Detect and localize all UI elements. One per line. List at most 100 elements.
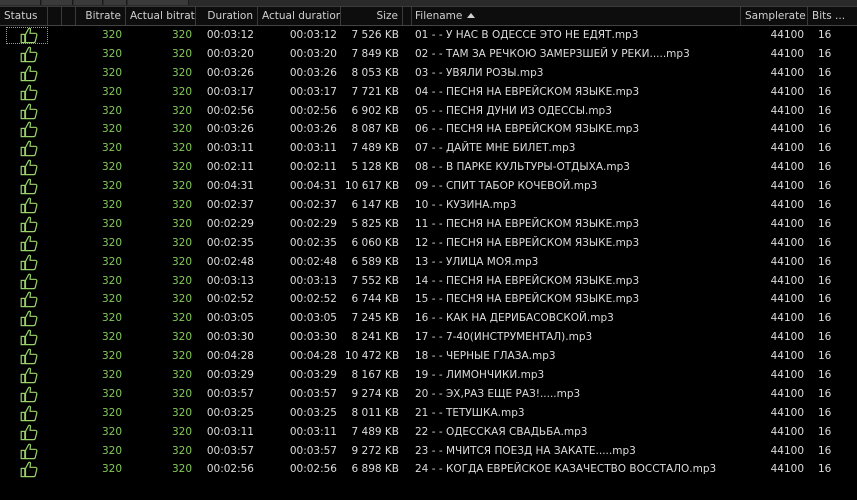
bits-cell: 16 (818, 255, 832, 268)
filename-cell: 03 - - УВЯЛИ РОЗЫ.mp3 (415, 66, 544, 79)
column-header-blank[interactable] (48, 7, 62, 25)
table-row[interactable]: 320 320 00:03:12 00:03:12 7 526 KB 01 - - У Н… (0, 26, 857, 45)
toolbar-button[interactable] (74, 0, 103, 5)
status-cell (4, 272, 48, 291)
filename-cell: 23 - - МЧИТСЯ ПОЕЗД НА ЗАКАТЕ.....mp3 (415, 444, 636, 457)
table-row[interactable]: 320 320 00:03:13 00:03:13 7 552 KB 14 - - ПЕС… (0, 272, 857, 291)
filename-cell: 07 - - ДАЙТЕ МНЕ БИЛЕТ.mp3 (415, 142, 576, 155)
filename-cell: 16 - - КАК НА ДЕРИБАСОВСКОЙ.mp3 (415, 312, 614, 325)
table-row[interactable]: 320 320 00:02:48 00:02:48 6 589 KB 13 - - УЛИ… (0, 253, 857, 272)
table-row[interactable]: 320 320 00:03:17 00:03:17 7 721 KB 04 - - ПЕС… (0, 83, 857, 102)
bitrate-cell: 320 (101, 217, 122, 230)
table-row[interactable]: 320 320 00:03:57 00:03:57 9 272 KB 23 - - МЧИ… (0, 442, 857, 461)
samplerate-cell: 44100 (770, 47, 804, 60)
table-row[interactable]: 320 320 00:02:37 00:02:37 6 147 KB 10 - - КУЗ… (0, 196, 857, 215)
bits-cell: 16 (818, 444, 832, 457)
table-row[interactable]: 320 320 00:03:29 00:03:29 8 167 KB 19 - - ЛИМ… (0, 366, 857, 385)
thumbs-up-icon (20, 273, 38, 290)
table-row[interactable]: 320 320 00:02:11 00:02:11 5 128 KB 08 - - В П… (0, 158, 857, 177)
toolbar-button[interactable] (104, 0, 127, 5)
status-cell (4, 347, 48, 366)
table-row[interactable]: 320 320 00:02:35 00:02:35 6 060 KB 12 - - ПЕС… (0, 234, 857, 253)
bitrate-cell: 320 (101, 425, 122, 438)
table-row[interactable]: 320 320 00:04:28 00:04:28 10 472 KB 18 - - ЧЕ… (0, 347, 857, 366)
thumbs-up-icon (20, 291, 38, 308)
table-row[interactable]: 320 320 00:03:26 00:03:26 8 087 KB 06 - - ПЕС… (0, 120, 857, 139)
bitrate-cell: 320 (101, 331, 122, 344)
bits-cell: 16 (818, 123, 832, 136)
bitrate-cell: 320 (101, 142, 122, 155)
thumbs-up-icon (20, 103, 38, 120)
column-header-bitrate[interactable]: Bitrate (76, 7, 126, 25)
samplerate-cell: 44100 (770, 312, 804, 325)
samplerate-cell: 44100 (770, 142, 804, 155)
status-cell (4, 158, 48, 177)
table-row[interactable]: 320 320 00:02:56 00:02:56 6 902 KB 05 - - ПЕС… (0, 102, 857, 121)
duration-cell: 00:02:52 (206, 293, 254, 306)
column-header-bits[interactable]: Bits ... (808, 7, 857, 25)
duration-cell: 00:03:20 (206, 47, 254, 60)
column-header-actual-bitrate[interactable]: Actual bitrate (126, 7, 196, 25)
filename-cell: 04 - - ПЕСНЯ НА ЕВРЕЙСКОМ ЯЗЫКЕ.mp3 (415, 85, 640, 98)
column-header-samplerate[interactable]: Samplerate (741, 7, 808, 25)
actual-duration-cell: 00:03:12 (289, 29, 337, 41)
table-row[interactable]: 320 320 00:03:20 00:03:20 7 849 KB 02 - - ТАМ… (0, 45, 857, 64)
table-row[interactable]: 320 320 00:03:11 00:03:11 7 489 KB 07 - - ДАЙ… (0, 139, 857, 158)
table-row[interactable]: 320 320 00:02:29 00:02:29 5 825 KB 11 - - ПЕС… (0, 215, 857, 234)
actual-duration-cell: 00:03:25 (289, 406, 337, 419)
toolbar-button[interactable] (0, 0, 41, 5)
column-header-duration[interactable]: Duration (196, 7, 258, 25)
samplerate-cell: 44100 (770, 425, 804, 438)
duration-cell: 00:03:29 (206, 369, 254, 382)
samplerate-cell: 44100 (770, 236, 804, 249)
bits-cell: 16 (818, 425, 832, 438)
thumbs-up-icon (20, 121, 38, 138)
status-cell (4, 328, 48, 347)
column-header-size[interactable]: Size (341, 7, 403, 25)
actual-duration-cell: 00:04:28 (289, 350, 337, 363)
samplerate-cell: 44100 (770, 331, 804, 344)
samplerate-cell: 44100 (770, 199, 804, 212)
duration-cell: 00:02:11 (206, 161, 254, 174)
table-row[interactable]: 320 320 00:02:56 00:02:56 6 898 KB 24 - - КОГ… (0, 460, 857, 479)
thumbs-up-icon (20, 254, 38, 271)
status-cell (4, 64, 48, 83)
status-cell (4, 120, 48, 139)
actual-bitrate-cell: 320 (171, 180, 192, 193)
table-row[interactable]: 320 320 00:03:11 00:03:11 7 489 KB 22 - - ОДЕ… (0, 423, 857, 442)
column-header-status[interactable]: Status (0, 7, 48, 25)
column-header-filename[interactable]: Filename (411, 7, 741, 25)
bitrate-cell: 320 (101, 47, 122, 60)
bitrate-cell: 320 (101, 369, 122, 382)
toolbar-button[interactable] (128, 0, 189, 5)
bitrate-cell: 320 (101, 85, 122, 98)
thumbs-up-icon (20, 310, 38, 327)
filename-cell: 13 - - УЛИЦА МОЯ.mp3 (415, 255, 539, 268)
table-row[interactable]: 320 320 00:03:25 00:03:25 8 011 KB 21 - - ТЕТ… (0, 404, 857, 423)
duration-cell: 00:02:37 (206, 199, 254, 212)
table-row[interactable]: 320 320 00:04:31 00:04:31 10 617 KB 09 - - СП… (0, 177, 857, 196)
size-cell: 10 617 KB (345, 180, 400, 193)
bits-cell: 16 (818, 350, 832, 363)
actual-duration-cell: 00:03:57 (289, 444, 337, 457)
column-header-blank[interactable] (62, 7, 76, 25)
filename-cell: 12 - - ПЕСНЯ НА ЕВРЕЙСКОМ ЯЗЫКЕ.mp3 (415, 236, 640, 249)
actual-duration-cell: 00:02:56 (289, 104, 337, 117)
status-cell (4, 366, 48, 385)
duration-cell: 00:03:25 (206, 406, 254, 419)
thumbs-up-icon (20, 216, 38, 233)
toolbar-button[interactable] (42, 0, 73, 5)
table-row[interactable]: 320 320 00:03:05 00:03:05 7 245 KB 16 - - КАК… (0, 309, 857, 328)
table-row[interactable]: 320 320 00:03:57 00:03:57 9 274 KB 20 - - ЭХ,… (0, 385, 857, 404)
thumbs-up-icon (20, 197, 38, 214)
samplerate-cell: 44100 (770, 444, 804, 457)
column-header-actual-duration[interactable]: Actual duration (258, 7, 341, 25)
actual-duration-cell: 00:02:37 (289, 199, 337, 212)
table-row[interactable]: 320 320 00:03:30 00:03:30 8 241 KB 17 - - 7-4… (0, 328, 857, 347)
status-cell (4, 139, 48, 158)
table-row[interactable]: 320 320 00:03:26 00:03:26 8 053 KB 03 - - УВЯ… (0, 64, 857, 83)
focus-rectangle (6, 27, 48, 44)
table-row[interactable]: 320 320 00:02:52 00:02:52 6 744 KB 15 - - ПЕС… (0, 290, 857, 309)
actual-duration-cell: 00:02:11 (289, 161, 337, 174)
actual-bitrate-cell: 320 (171, 123, 192, 136)
